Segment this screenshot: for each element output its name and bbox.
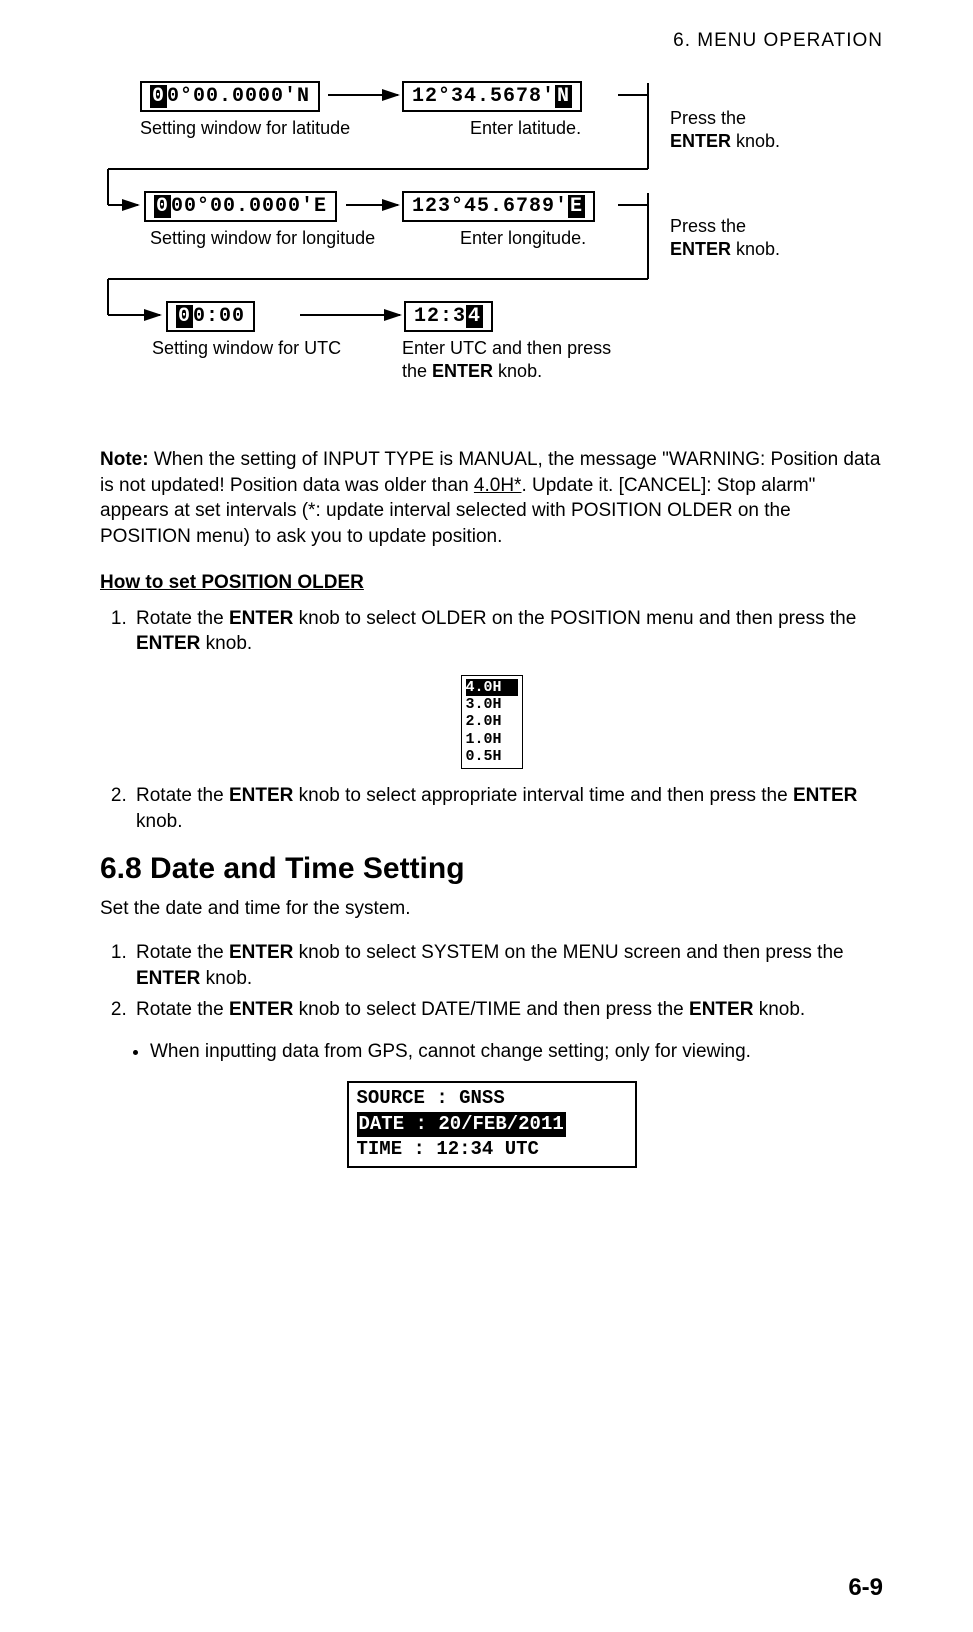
dt-source-line: SOURCE : GNSS [357,1086,627,1112]
lat-setting-caption: Setting window for latitude [140,117,350,140]
utc-setting-caption: Setting window for UTC [152,337,341,360]
date-time-steps: Rotate the ENTER knob to select SYSTEM o… [100,940,883,1023]
lat-enter-window: 12°34.5678'N [402,81,582,112]
date-time-display-box: SOURCE : GNSS DATE : 20/FEB/2011 TIME : … [347,1081,637,1168]
chapter-header: 6. MENU OPERATION [100,30,883,52]
section-6-8-intro: Set the date and time for the system. [100,896,883,922]
dt-step-2: Rotate the ENTER knob to select DATE/TIM… [132,997,883,1023]
position-older-steps: Rotate the ENTER knob to select OLDER on… [100,606,883,657]
position-entry-diagram: 00°00.0000'N 12°34.5678'N Setting window… [100,77,883,407]
older-step-1: Rotate the ENTER knob to select OLDER on… [132,606,883,657]
lon-enter-caption: Enter longitude. [460,227,586,250]
date-time-note-item: When inputting data from GPS, cannot cha… [150,1041,883,1063]
utc-enter-window: 12:34 [404,301,493,332]
lat-enter-caption: Enter latitude. [470,117,581,140]
dt-time-line: TIME : 12:34 UTC [357,1137,627,1163]
lon-setting-caption: Setting window for longitude [150,227,375,250]
dt-date-line: DATE : 20/FEB/2011 [357,1112,627,1138]
older-interval-list: 4.0H 3.0H 2.0H 1.0H 0.5H [461,675,523,769]
note-paragraph: Note: When the setting of INPUT TYPE is … [100,447,883,550]
lon-setting-window: 000°00.0000'E [144,191,337,222]
lat-setting-window: 00°00.0000'N [140,81,320,112]
utc-enter-caption: Enter UTC and then press the ENTER knob. [402,337,642,384]
how-to-set-position-older-heading: How to set POSITION OLDER [100,572,883,594]
date-time-note: When inputting data from GPS, cannot cha… [100,1041,883,1063]
position-older-steps-2: Rotate the ENTER knob to select appropri… [100,783,883,834]
older-step-2: Rotate the ENTER knob to select appropri… [132,783,883,834]
lon-enter-window: 123°45.6789'E [402,191,595,222]
dt-step-1: Rotate the ENTER knob to select SYSTEM o… [132,940,883,991]
page-number: 6-9 [848,1574,883,1602]
section-6-8-heading: 6.8 Date and Time Setting [100,852,883,886]
press-enter-2: Press the ENTER knob. [670,215,780,262]
press-enter-1: Press the ENTER knob. [670,107,780,154]
utc-setting-window: 00:00 [166,301,255,332]
